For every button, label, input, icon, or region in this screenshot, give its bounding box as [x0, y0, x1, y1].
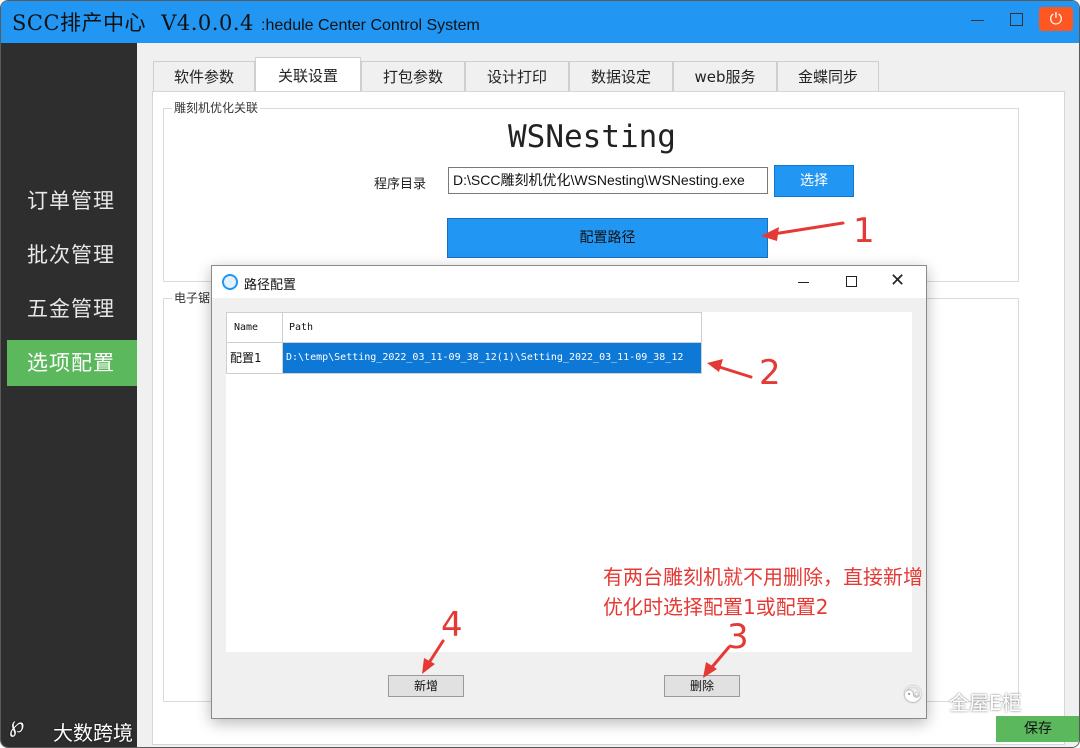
app-title: SCC排产中心 V4.0.0.4 :hedule Center Control … [12, 7, 480, 37]
tab-kingdee-sync[interactable]: 金蝶同步 [777, 61, 879, 92]
row-path-cell-selected[interactable]: D:\temp\Setting_2022_03_11-09_38_12(1)\S… [282, 342, 702, 374]
engraver-group-title: 雕刻机优化关联 [172, 99, 261, 116]
save-button[interactable]: 保存 [996, 716, 1079, 742]
sidebar-item-orders[interactable]: 订单管理 [7, 178, 137, 224]
tab-software-params[interactable]: 软件参数 [153, 61, 255, 92]
watermark-right: 全屋E柜 [949, 691, 1022, 715]
sidebar-item-options[interactable]: 选项配置 [7, 340, 137, 386]
tab-design-print[interactable]: 设计打印 [465, 61, 569, 92]
program-dir-input[interactable]: D:\SCC雕刻机优化\WSNesting\WSNesting.exe [448, 167, 768, 194]
annotation-note-line2: 优化时选择配置1或配置2 [603, 595, 829, 619]
app-subtitle: :hedule Center Control System [261, 17, 480, 34]
program-dir-label: 程序目录 [374, 177, 427, 192]
power-icon[interactable]: ⏻ [1039, 7, 1073, 31]
config-path-button[interactable]: 配置路径 [447, 218, 768, 258]
dialog-minimize-icon[interactable] [798, 282, 809, 283]
dialog-title-bar: 路径配置 ✕ [212, 266, 926, 298]
column-header-name[interactable]: Name [226, 312, 283, 343]
path-config-dialog: 路径配置 ✕ Name Path 配置1 D:\temp\Setting_202… [211, 265, 927, 719]
row-name-cell[interactable]: 配置1 [226, 342, 283, 374]
maximize-icon[interactable] [1010, 13, 1023, 26]
tab-data-settings[interactable]: 数据设定 [569, 61, 673, 92]
delete-button[interactable]: 删除 [664, 675, 740, 697]
annotation-4: 4 [441, 605, 463, 645]
app-name: SCC排产中心 [12, 11, 147, 35]
watermark-left: 大数跨境 [53, 721, 133, 745]
add-button[interactable]: 新增 [388, 675, 464, 697]
app-window: SCC排产中心 V4.0.0.4 :hedule Center Control … [0, 0, 1080, 748]
dialog-maximize-icon[interactable] [846, 276, 857, 287]
saw-group-title: 电子锯 [172, 289, 213, 306]
engraver-group: 雕刻机优化关联 WSNesting 程序目录 D:\SCC雕刻机优化\WSNes… [163, 99, 1019, 282]
annotation-1: 1 [853, 211, 875, 251]
tab-link-settings[interactable]: 关联设置 [255, 57, 361, 92]
choose-button[interactable]: 选择 [774, 165, 854, 197]
sidebar-item-hardware[interactable]: 五金管理 [7, 286, 137, 332]
annotation-2: 2 [759, 353, 781, 393]
sidebar-item-batches[interactable]: 批次管理 [7, 232, 137, 278]
tab-packing-params[interactable]: 打包参数 [361, 61, 465, 92]
dialog-close-icon[interactable]: ✕ [890, 270, 905, 291]
dialog-title: 路径配置 [244, 278, 297, 293]
annotation-3: 3 [727, 617, 749, 657]
app-version: V4.0.0.4 [161, 11, 254, 35]
sidebar: 订单管理 批次管理 五金管理 选项配置 [1, 43, 137, 747]
tab-web-service[interactable]: web服务 [673, 61, 777, 92]
title-bar: SCC排产中心 V4.0.0.4 :hedule Center Control … [1, 1, 1079, 43]
annotation-note-line1: 有两台雕刻机就不用删除，直接新增 [603, 565, 923, 589]
program-title: WSNesting [508, 119, 676, 155]
column-header-path[interactable]: Path [282, 312, 702, 343]
wechat-icon: ☯ [903, 683, 923, 708]
minimize-icon[interactable] [971, 20, 984, 21]
watermark-logo-icon: ℘ [9, 713, 25, 738]
dialog-app-icon [222, 274, 238, 290]
